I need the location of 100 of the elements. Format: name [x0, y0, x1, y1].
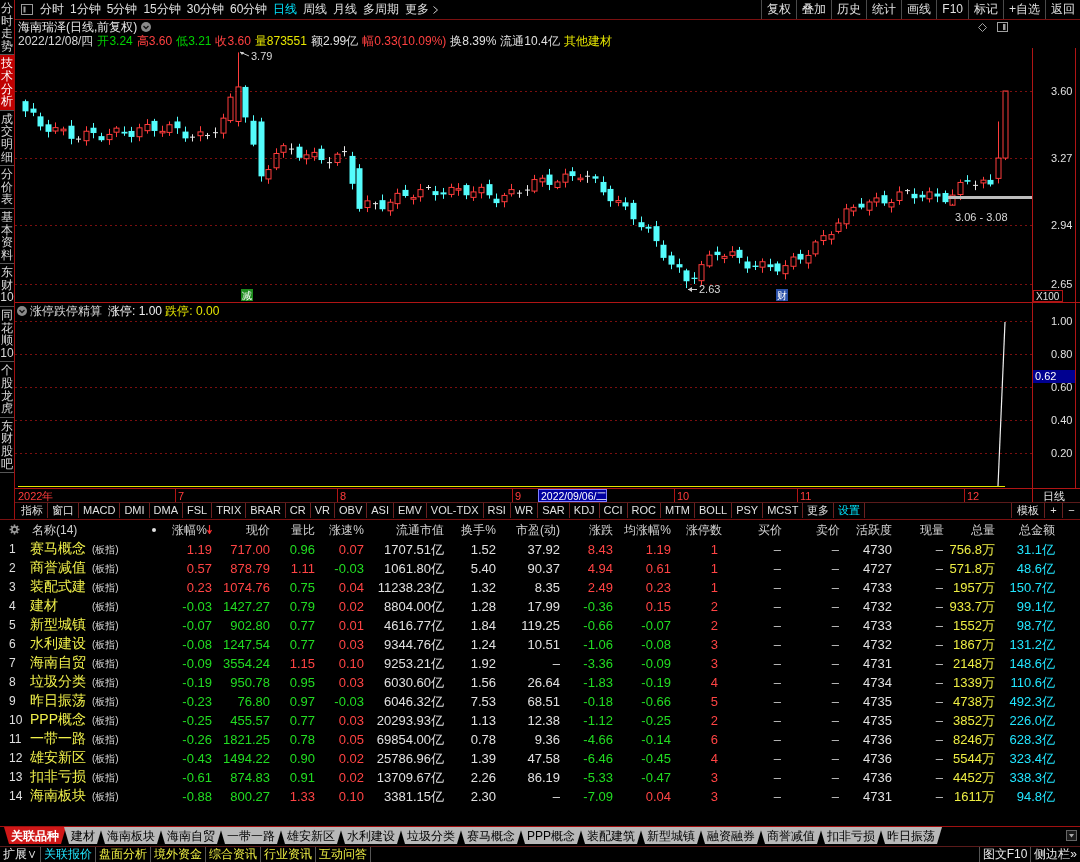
- indicator-tab[interactable]: VOL-TDX: [426, 503, 484, 518]
- block-tab[interactable]: 一带一路: [220, 827, 282, 844]
- column-header[interactable]: 涨速%: [329, 520, 364, 539]
- sector-name[interactable]: 建材: [30, 596, 92, 615]
- toolbar-button[interactable]: 标记: [968, 0, 1003, 19]
- indicator-tab[interactable]: 指标: [17, 503, 48, 518]
- footer-tab[interactable]: 综合资讯: [206, 847, 261, 862]
- column-header[interactable]: 涨跌: [589, 520, 613, 539]
- sector-name[interactable]: 一带一路: [30, 729, 92, 748]
- sector-name[interactable]: 装配式建: [30, 577, 92, 596]
- indicator-tab[interactable]: FSL: [183, 503, 213, 518]
- caret-down-icon[interactable]: [1066, 830, 1077, 841]
- settings-icon[interactable]: [8, 524, 20, 535]
- block-tab[interactable]: 关联品种: [4, 827, 66, 844]
- indicator-tab[interactable]: DMA: [149, 503, 183, 518]
- period-tab[interactable]: 分时: [37, 0, 67, 19]
- sector-name[interactable]: PPP概念: [30, 710, 92, 729]
- toolbar-button[interactable]: +自选: [1003, 0, 1045, 19]
- period-tab[interactable]: 5分钟: [103, 0, 141, 19]
- panel-icon[interactable]: [997, 22, 1008, 32]
- block-tab[interactable]: PPP概念: [520, 827, 582, 844]
- sector-name[interactable]: 水利建设: [30, 634, 92, 653]
- indicator-tab[interactable]: CR: [285, 503, 311, 518]
- event-badge[interactable]: 财: [776, 289, 788, 301]
- block-tab[interactable]: 融资融券: [700, 827, 762, 844]
- sector-name[interactable]: 垃圾分类: [30, 672, 92, 691]
- block-tab[interactable]: 雄安新区: [280, 827, 342, 844]
- indicator-tab[interactable]: ASI: [367, 503, 394, 518]
- column-header[interactable]: 换手%: [461, 520, 496, 539]
- sector-name[interactable]: 海南板块: [30, 786, 92, 805]
- chevron-down-icon[interactable]: [17, 306, 27, 316]
- period-tab[interactable]: 15分钟: [140, 0, 184, 19]
- panel-tool-button[interactable]: +: [1044, 503, 1062, 518]
- toolbar-button[interactable]: 历史: [831, 0, 867, 19]
- period-tab[interactable]: 月线: [330, 0, 361, 19]
- toolbar-button[interactable]: 返回: [1045, 0, 1080, 19]
- column-header[interactable]: 均涨幅%: [624, 520, 671, 539]
- indicator-tab[interactable]: MACD: [79, 503, 121, 518]
- indicator-tab[interactable]: ROC: [627, 503, 661, 518]
- indicator-tab[interactable]: RSI: [483, 503, 511, 518]
- side-tab[interactable]: 同花顺10: [0, 307, 14, 363]
- footer-tab[interactable]: 盘面分析: [96, 847, 151, 862]
- column-header[interactable]: 现价: [246, 520, 270, 539]
- column-header[interactable]: 涨停数: [686, 520, 722, 539]
- footer-tab[interactable]: 境外资金: [151, 847, 206, 862]
- chevron-down-icon[interactable]: [141, 22, 152, 32]
- panel-tool-button[interactable]: 模板: [1011, 503, 1044, 518]
- column-header[interactable]: 活跃度: [856, 520, 892, 539]
- sector-name[interactable]: 新型城镇: [30, 615, 92, 634]
- side-tab[interactable]: 基本资料: [0, 208, 14, 265]
- column-header[interactable]: 涨幅%: [172, 520, 207, 539]
- indicator-tab[interactable]: BRAR: [246, 503, 286, 518]
- event-badge[interactable]: 减: [241, 289, 253, 301]
- indicator-tab[interactable]: MCST: [763, 503, 804, 518]
- block-tab[interactable]: 海南自贸: [160, 827, 222, 844]
- column-header[interactable]: 现量: [920, 520, 944, 539]
- block-tab[interactable]: 装配建筑: [580, 827, 642, 844]
- footer-tab[interactable]: 行业资讯: [261, 847, 316, 862]
- indicator-tab[interactable]: MTM: [661, 503, 696, 518]
- indicator-tab[interactable]: OBV: [335, 503, 368, 518]
- block-tab[interactable]: 新型城镇: [640, 827, 702, 844]
- column-header[interactable]: 总金额: [1019, 520, 1055, 539]
- indicator-tab[interactable]: BOLL: [695, 503, 733, 518]
- side-tab[interactable]: 个股龙虎: [0, 362, 14, 418]
- indicator-tab[interactable]: VR: [310, 503, 335, 518]
- side-tab[interactable]: 技术分析: [0, 55, 14, 111]
- toolbar-button[interactable]: 叠加: [796, 0, 832, 19]
- period-tab[interactable]: 周线: [300, 0, 331, 19]
- block-tab[interactable]: 建材: [64, 827, 102, 844]
- side-tab[interactable]: 成交明细: [0, 110, 14, 167]
- indicator-tab[interactable]: EMV: [393, 503, 427, 518]
- column-header[interactable]: 总量: [971, 520, 995, 539]
- column-header[interactable]: 卖价: [816, 520, 840, 539]
- block-tab[interactable]: 昨日振荡: [880, 827, 942, 844]
- toolbar-button[interactable]: 统计: [866, 0, 902, 19]
- column-header[interactable]: 流通市值: [396, 520, 444, 539]
- block-tab[interactable]: 垃圾分类: [400, 827, 462, 844]
- sector-name[interactable]: 商誉减值: [30, 558, 92, 577]
- block-tab[interactable]: 赛马概念: [460, 827, 522, 844]
- indicator-tab[interactable]: DMI: [120, 503, 150, 518]
- indicator-tab[interactable]: WR: [510, 503, 539, 518]
- toolbar-button[interactable]: 画线: [901, 0, 937, 19]
- sector-name[interactable]: 雄安新区: [30, 748, 92, 767]
- period-tab[interactable]: 更多: [402, 0, 442, 19]
- footer-tab[interactable]: 关联报价: [41, 847, 96, 862]
- period-tab[interactable]: 60分钟: [227, 0, 271, 19]
- panel-tool-button[interactable]: −: [1062, 503, 1080, 518]
- expand-button[interactable]: 扩展∨: [0, 847, 41, 862]
- sector-name[interactable]: 赛马概念: [30, 539, 92, 558]
- indicator-tab[interactable]: 窗口: [48, 503, 79, 518]
- footer-button[interactable]: 图文F10: [978, 847, 1031, 862]
- panel-icon[interactable]: [21, 4, 33, 15]
- toolbar-button[interactable]: F10: [936, 0, 968, 19]
- sector-name[interactable]: 昨日振荡: [30, 691, 92, 710]
- indicator-tab[interactable]: CCI: [599, 503, 628, 518]
- period-tab[interactable]: 1分钟: [67, 0, 104, 19]
- indicator-tab[interactable]: 更多: [803, 503, 835, 518]
- indicator-tab[interactable]: 设置: [834, 503, 866, 518]
- side-tab[interactable]: 东财10: [0, 264, 14, 308]
- diamond-icon[interactable]: [978, 22, 987, 32]
